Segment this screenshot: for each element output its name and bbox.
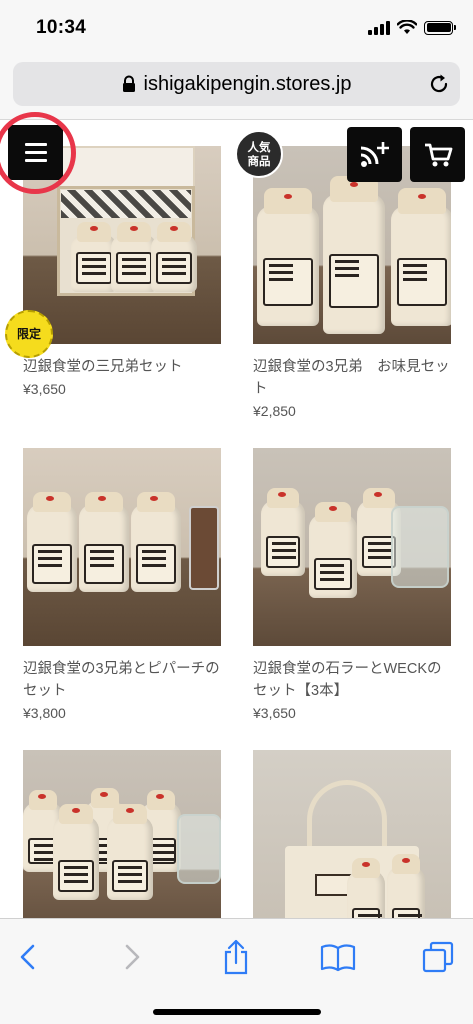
cart-button[interactable] [410,127,465,182]
back-button[interactable] [6,935,50,979]
product-name[interactable]: 辺銀食堂の3兄弟 お味見セット [253,356,451,400]
product-image[interactable] [253,448,451,646]
follow-button[interactable] [347,127,402,182]
signal-icon [368,20,390,35]
tabs-icon [422,941,454,973]
product-price: ¥2,850 [253,403,296,419]
page-content: 辺銀食堂の三兄弟セット ¥3,650 辺銀食堂の3兄弟 お味見セット ¥2,85… [0,120,473,918]
product-price: ¥3,650 [253,705,296,721]
product-card[interactable] [23,750,221,918]
status-time: 10:34 [36,17,87,38]
status-bar: 10:34 [0,0,473,56]
reload-icon[interactable] [428,73,450,95]
lock-icon [122,75,135,92]
browser-chrome: ishigakipengin.stores.jp [0,56,473,120]
battery-icon [424,20,456,35]
product-image[interactable] [23,448,221,646]
product-price: ¥3,800 [23,705,66,721]
limited-badge: 限定 [5,310,53,358]
product-card[interactable]: 辺銀食堂の三兄弟セット ¥3,650 [23,146,221,448]
back-icon [20,944,35,970]
hamburger-menu-icon [24,143,47,146]
url-text: ishigakipengin.stores.jp [143,72,352,95]
product-card[interactable]: 辺銀食堂の3兄弟とピパーチのセット ¥3,800 [23,448,221,750]
product-price: ¥3,650 [23,381,66,397]
home-indicator[interactable] [153,1009,321,1015]
rss-follow-icon [360,141,389,167]
forward-button[interactable] [110,935,154,979]
bookmarks-button[interactable] [316,935,360,979]
bookmarks-icon [320,944,356,972]
browser-toolbar [0,918,473,1024]
forward-icon [125,944,140,970]
share-button[interactable] [214,935,258,979]
wifi-icon [397,20,417,34]
product-name[interactable]: 辺銀食堂の3兄弟とピパーチのセット [23,658,221,702]
product-image[interactable] [23,750,221,918]
product-card[interactable]: 辺銀食堂の石ラーとWECKのセット【3本】 ¥3,650 [253,448,451,750]
address-bar[interactable]: ishigakipengin.stores.jp [13,62,460,106]
product-card[interactable] [253,750,451,918]
tabs-button[interactable] [416,935,460,979]
product-card[interactable]: 辺銀食堂の3兄弟 お味見セット ¥2,850 [253,146,451,448]
share-icon [224,939,248,975]
menu-button[interactable] [8,125,63,180]
popular-badge-line1: 人気 [247,142,271,154]
product-image[interactable] [253,750,451,918]
product-name[interactable]: 辺銀食堂の石ラーとWECKのセット【3本】 [253,658,451,702]
popular-badge-line2: 商品 [247,156,271,168]
popular-badge: 人気 商品 [235,130,283,178]
status-icons [368,20,456,35]
cart-icon [424,143,452,166]
product-grid: 辺銀食堂の三兄弟セット ¥3,650 辺銀食堂の3兄弟 お味見セット ¥2,85… [23,146,451,918]
product-name[interactable]: 辺銀食堂の三兄弟セット [23,356,221,378]
